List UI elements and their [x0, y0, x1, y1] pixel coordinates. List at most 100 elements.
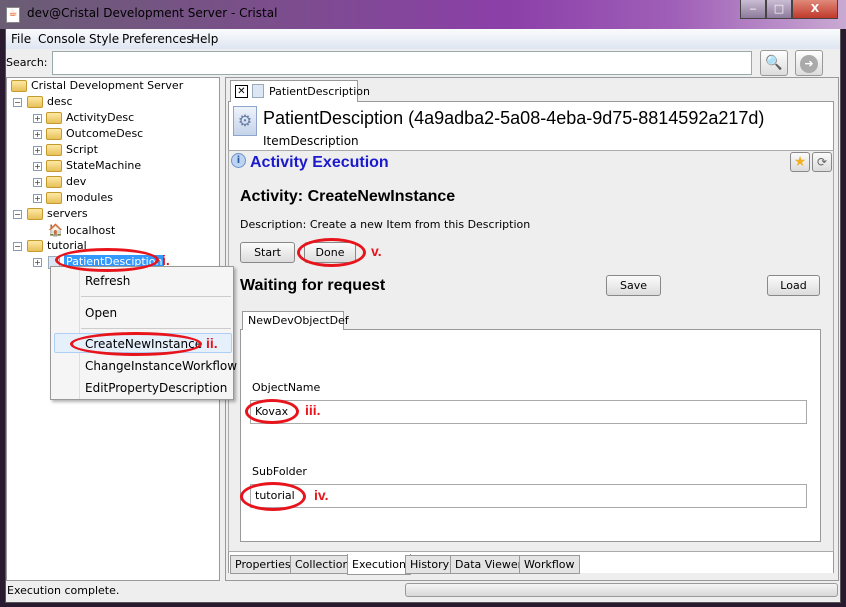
subfolder-input[interactable]: tutorial	[250, 484, 807, 508]
tab-properties[interactable]: Properties	[230, 555, 296, 574]
info-icon: i	[231, 153, 246, 168]
maximize-button[interactable]: □	[766, 0, 792, 19]
annotation-ellipse	[240, 482, 306, 511]
menu-item-open[interactable]: Open	[85, 306, 117, 320]
item-description-icon	[252, 84, 264, 98]
house-icon: 🏠	[48, 223, 63, 237]
tab-collection[interactable]: Collection	[290, 555, 355, 574]
menu-separator	[81, 296, 231, 297]
minimize-button[interactable]: ‒	[740, 0, 766, 19]
close-button[interactable]: X	[792, 0, 838, 19]
annotation-ellipse	[297, 238, 366, 267]
folder-icon	[27, 240, 43, 252]
tab-patientdescription[interactable]: ✕ PatientDescription	[230, 80, 370, 102]
objectname-input[interactable]: Kovax	[250, 400, 807, 424]
go-button[interactable]: ➜	[795, 50, 823, 76]
tree-node-desc[interactable]: desc	[27, 94, 73, 110]
subfolder-label: SubFolder	[252, 465, 307, 478]
annotation-label: v.	[371, 243, 382, 259]
folder-icon	[46, 112, 62, 124]
tree-label: dev	[66, 175, 87, 188]
expand-icon[interactable]: +	[33, 130, 42, 139]
tree-node-dev[interactable]: dev	[46, 174, 86, 190]
objectname-label: ObjectName	[252, 381, 321, 394]
tree-node-modules[interactable]: modules	[46, 190, 113, 206]
menu-separator	[81, 328, 231, 329]
annotation-label: i.	[162, 252, 170, 268]
collapse-icon[interactable]: −	[13, 210, 22, 219]
tree-label: localhost	[65, 224, 116, 237]
star-button[interactable]: ★	[790, 152, 810, 172]
annotation-label: ii.	[206, 335, 218, 351]
collapse-icon[interactable]: −	[13, 98, 22, 107]
menu-item-editpropertydescription[interactable]: EditPropertyDescription	[85, 381, 227, 395]
annotation-label: iv.	[314, 487, 329, 503]
tree-node-script[interactable]: Script	[46, 142, 98, 158]
progress-bar	[405, 583, 838, 597]
menu-preferences[interactable]: Preferences	[122, 32, 193, 46]
java-icon: ☕	[6, 7, 20, 23]
annotation-ellipse	[245, 399, 299, 424]
tab-data-viewer[interactable]: Data Viewer	[450, 555, 528, 574]
magnifier-icon: 🔍	[765, 55, 783, 71]
folder-icon	[27, 208, 43, 220]
annotation-ellipse	[55, 248, 159, 272]
expand-icon[interactable]: +	[33, 114, 42, 123]
folder-icon	[46, 176, 62, 188]
refresh-button[interactable]: ⟳	[812, 152, 832, 172]
collapse-icon[interactable]: −	[13, 242, 22, 251]
annotation-label: iii.	[305, 402, 321, 418]
load-button[interactable]: Load	[767, 275, 820, 296]
tree-label: Script	[66, 143, 98, 156]
tab-label: PatientDescription	[269, 85, 370, 98]
window-title: dev@Cristal Development Server - Cristal	[27, 6, 278, 20]
status-bar-text: Execution complete.	[7, 584, 120, 597]
folder-icon	[46, 192, 62, 204]
folder-icon	[46, 144, 62, 156]
menu-item-changeinstanceworkflow[interactable]: ChangeInstanceWorkflow	[85, 359, 237, 373]
star-icon: ★	[793, 154, 807, 170]
annotation-ellipse	[70, 332, 202, 356]
folder-icon	[46, 128, 62, 140]
menu-item-refresh[interactable]: Refresh	[85, 274, 130, 288]
folder-icon	[27, 96, 43, 108]
expand-icon[interactable]: +	[33, 178, 42, 187]
folder-icon	[46, 160, 62, 172]
menu-console[interactable]: Console	[38, 32, 86, 46]
expand-icon[interactable]: +	[33, 258, 42, 267]
tree-label: servers	[47, 207, 88, 220]
start-button[interactable]: Start	[240, 242, 295, 263]
tree-node-statemachine[interactable]: StateMachine	[46, 158, 141, 174]
close-tab-icon[interactable]: ✕	[235, 85, 248, 98]
expand-icon[interactable]: +	[33, 162, 42, 171]
tree-label: desc	[47, 95, 73, 108]
tree-label: Cristal Development Server	[31, 79, 184, 92]
folder-icon	[11, 80, 27, 92]
search-label: Search:	[6, 56, 48, 69]
tree-node-localhost[interactable]: 🏠 localhost	[48, 222, 115, 238]
item-title: PatientDesciption (4a9adba2-5a08-4eba-9d…	[263, 108, 765, 128]
tree-label: StateMachine	[66, 159, 142, 172]
menu-style[interactable]: Style	[89, 32, 119, 46]
menu-file[interactable]: File	[11, 32, 31, 46]
menu-bar: File Console Style Preferences Help	[6, 29, 840, 49]
tab-workflow[interactable]: Workflow	[519, 555, 580, 574]
tab-newdevobjectdef[interactable]: NewDevObjectDef	[242, 311, 349, 330]
expand-icon[interactable]: +	[33, 146, 42, 155]
search-button[interactable]: 🔍	[760, 50, 788, 76]
save-button[interactable]: Save	[606, 275, 661, 296]
tree-node-activitydesc[interactable]: ActivityDesc	[46, 110, 134, 126]
tree-node-servers[interactable]: servers	[27, 206, 88, 222]
menu-help[interactable]: Help	[191, 32, 218, 46]
tree-root[interactable]: Cristal Development Server	[11, 78, 183, 94]
tab-execution[interactable]: Execution	[347, 554, 411, 575]
tree-label: OutcomeDesc	[66, 127, 144, 140]
tab-history[interactable]: History	[405, 555, 455, 574]
tree-label: ActivityDesc	[66, 111, 135, 124]
tree-label: modules	[66, 191, 113, 204]
tree-node-outcomedesc[interactable]: OutcomeDesc	[46, 126, 143, 142]
section-heading: Activity Execution	[250, 154, 389, 171]
expand-icon[interactable]: +	[33, 194, 42, 203]
search-input[interactable]	[52, 51, 752, 75]
form-panel	[240, 329, 821, 542]
